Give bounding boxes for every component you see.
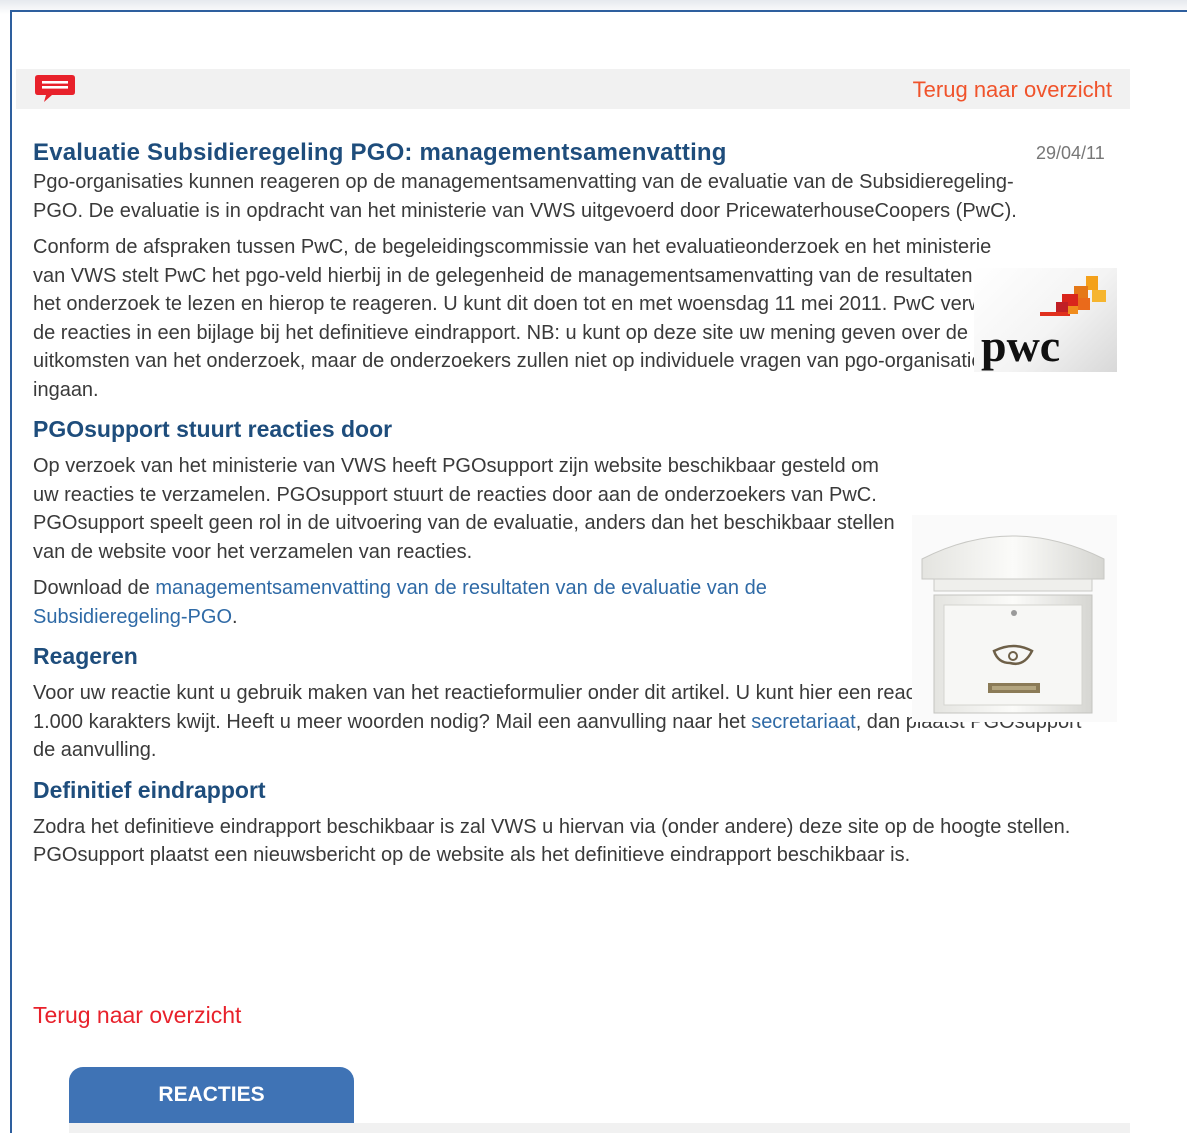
tab-reacties[interactable]: REACTIES <box>69 1067 354 1123</box>
back-to-overview-link-bottom[interactable]: Terug naar overzicht <box>33 1002 241 1029</box>
pwc-logo-image: pwc <box>974 268 1117 372</box>
back-to-overview-link-top[interactable]: Terug naar overzicht <box>913 77 1112 103</box>
mailbox-image <box>912 515 1117 722</box>
heading-eindrapport: Definitief eindrapport <box>33 776 266 803</box>
article-header-bar: Terug naar overzicht <box>16 69 1130 109</box>
support-paragraph: Op verzoek van het ministerie van VWS he… <box>33 455 895 563</box>
download-prefix: Download de <box>33 577 156 599</box>
article-title: Evaluatie Subsidieregeling PGO: manageme… <box>33 139 727 166</box>
pwc-logo-graphic: pwc <box>981 276 1106 371</box>
secretariaat-link[interactable]: secretariaat <box>751 711 856 733</box>
mailbox-graphic <box>921 535 1105 714</box>
eindrapport-paragraph: Zodra het definitieve eindrapport beschi… <box>33 815 1071 867</box>
pwc-logo-text: pwc <box>981 320 1060 371</box>
download-suffix: . <box>232 605 238 628</box>
article-body: Evaluatie Subsidieregeling PGO: manageme… <box>33 138 1123 870</box>
reacties-tab-underline <box>69 1123 1130 1133</box>
article-intro: Pgo-organisaties kunnen reageren op de m… <box>33 171 1017 222</box>
article-paragraph-2: Conform de afspraken tussen PwC, de bege… <box>33 236 1017 401</box>
download-paragraph: Download de managementsamenvatting van d… <box>33 574 893 631</box>
heading-support: PGOsupport stuurt reacties door <box>33 416 393 442</box>
chat-bubble-icon <box>35 75 75 102</box>
